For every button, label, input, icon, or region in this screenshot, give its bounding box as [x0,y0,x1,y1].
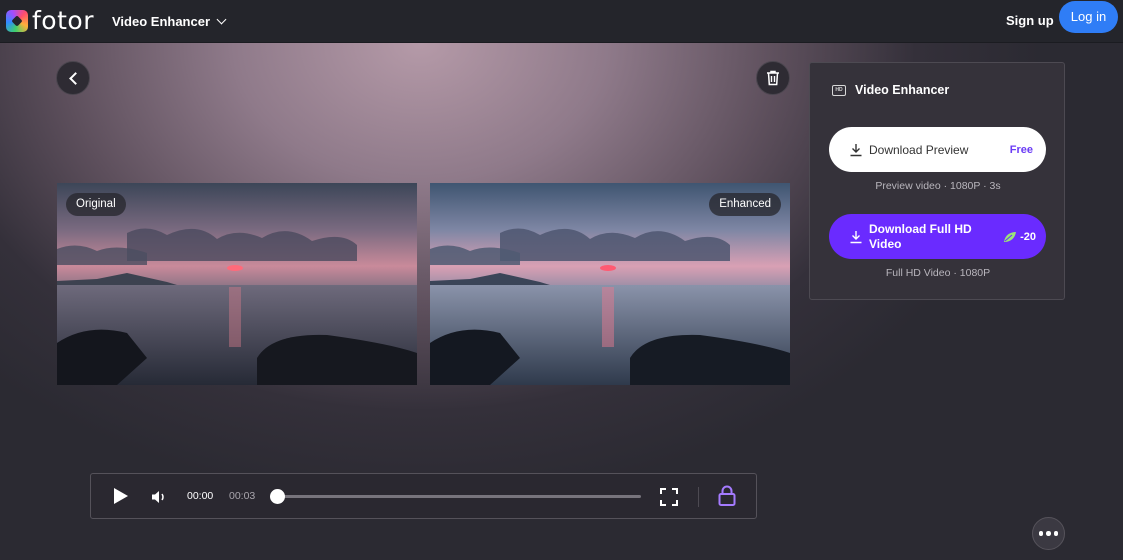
volume-icon[interactable] [151,489,167,505]
enhanced-label: Enhanced [709,193,781,216]
controls-divider [698,487,699,507]
top-bar: fotor Video Enhancer Sign up Log in [0,0,1123,43]
preview-caption: Preview video · 1080P · 3s [875,180,1001,192]
current-time: 00:00 [187,490,214,502]
download-full-hd-button[interactable]: Download Full HD Video -20 [829,214,1046,259]
original-label: Original [66,193,126,216]
video-player-controls: 00:00 00:03 [90,473,757,519]
credit-amount: -20 [1020,230,1036,243]
credit-cost: -20 [1003,231,1036,243]
more-icon [1053,531,1059,536]
more-icon [1038,531,1044,536]
original-video-frame: Original [57,183,417,385]
seek-bar[interactable] [277,495,641,498]
fotor-logo-icon [6,9,28,32]
download-full-hd-label: Download Full HD Video [869,221,972,251]
more-options-button[interactable] [1032,517,1065,550]
download-preview-button[interactable]: Download Preview Free [829,127,1046,172]
fotor-logo[interactable]: fotor [6,6,94,35]
lock-icon[interactable] [718,485,736,507]
back-arrow-icon [68,71,82,85]
fullscreen-icon[interactable] [660,488,678,506]
login-button[interactable]: Log in [1059,1,1118,33]
download-icon [850,230,862,243]
back-button[interactable] [56,61,90,95]
trash-icon [767,70,779,86]
delete-button[interactable] [756,61,790,95]
panel-header: HD Video Enhancer [832,83,949,97]
more-icon [1046,531,1051,536]
tool-menu-label: Video Enhancer [112,13,211,29]
enhanced-video-frame: Enhanced [430,183,790,385]
signup-link[interactable]: Sign up [1006,10,1054,32]
download-panel: HD Video Enhancer Download Preview Free … [809,62,1065,300]
hd-icon: HD [832,84,846,96]
play-icon[interactable] [114,488,128,504]
chevron-down-icon [216,14,227,24]
download-preview-label: Download Preview [869,142,969,157]
logo-text: fotor [32,6,94,35]
free-badge: Free [1009,143,1033,156]
tool-menu-dropdown[interactable]: Video Enhancer [112,10,227,32]
leaf-credit-icon [1004,231,1017,242]
seek-thumb[interactable] [270,489,285,504]
duration: 00:03 [229,490,256,502]
download-icon [850,143,862,156]
full-hd-caption: Full HD Video · 1080P [885,267,991,279]
panel-title: Video Enhancer [855,83,950,97]
